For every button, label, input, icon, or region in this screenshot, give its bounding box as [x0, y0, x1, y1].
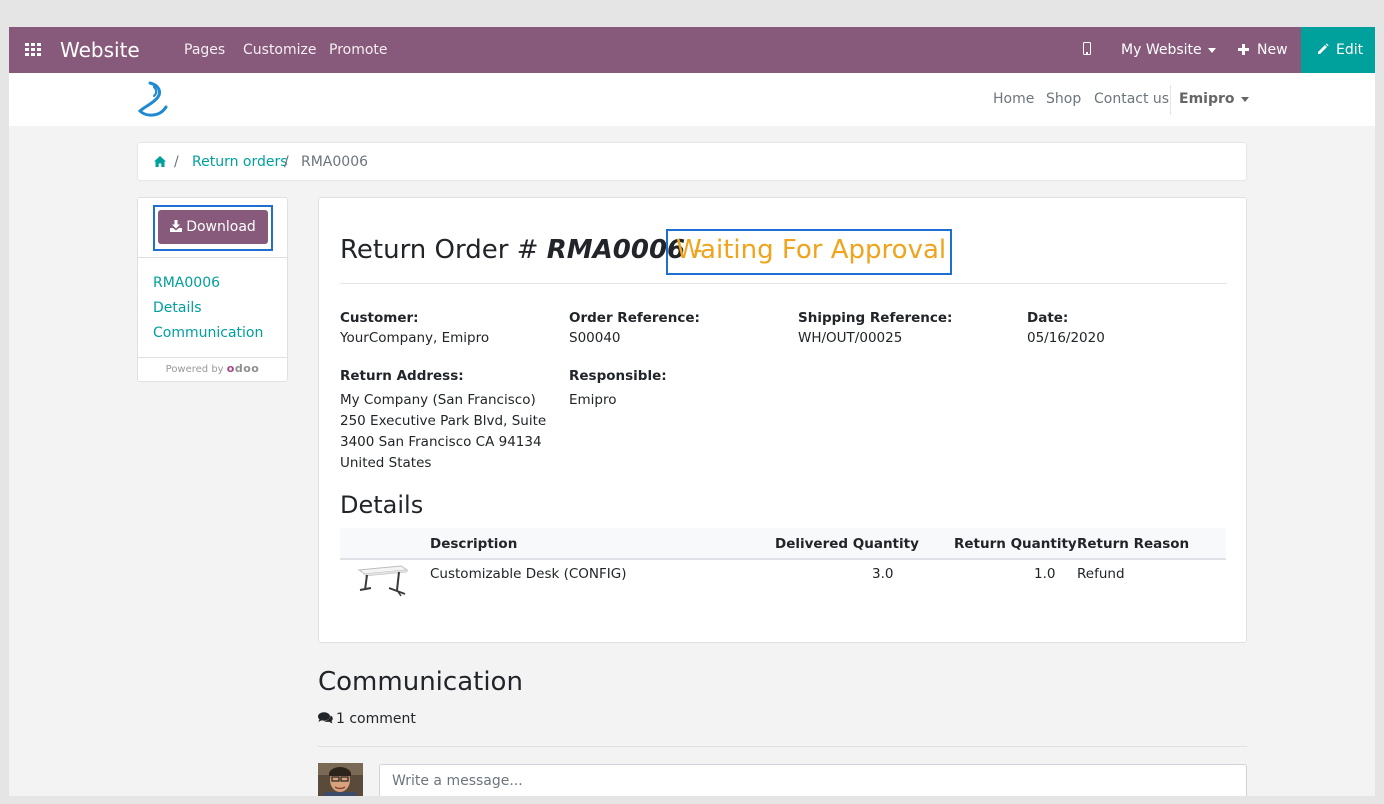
order-reference-value: S00040 [569, 330, 621, 346]
shipping-reference-label: Shipping Reference: [798, 310, 953, 326]
download-button[interactable]: Download [158, 210, 268, 244]
order-title: Return Order # RMA0006 - [340, 235, 703, 265]
new-button-label: New [1257, 42, 1288, 58]
breadcrumb-separator: / [174, 154, 179, 170]
responsible-value: Emipro [569, 392, 617, 408]
status-badge: Waiting For Approval [676, 235, 947, 265]
apps-grid-icon[interactable] [25, 43, 42, 57]
product-image [357, 565, 409, 597]
responsible-label: Responsible: [569, 368, 667, 384]
new-button[interactable]: New [1238, 42, 1288, 58]
powered-by[interactable]: Powered by odoo [138, 362, 287, 375]
website-selector-label: My Website [1121, 42, 1202, 58]
breadcrumb: / Return orders / RMA0006 [137, 142, 1247, 181]
column-return-reason: Return Reason [1077, 536, 1190, 552]
nav-shop[interactable]: Shop [1046, 91, 1081, 107]
website-selector[interactable]: My Website [1121, 42, 1216, 58]
menu-promote[interactable]: Promote [329, 42, 388, 58]
website-header: Home Shop Contact us Emipro [9, 73, 1375, 126]
company-logo[interactable] [136, 81, 170, 119]
date-value: 05/16/2020 [1027, 330, 1105, 346]
details-heading: Details [340, 491, 424, 519]
powered-by-label: Powered by [165, 364, 224, 375]
return-address-line: United States [340, 455, 432, 471]
customer-value: YourCompany, Emipro [340, 330, 490, 346]
breadcrumb-return-orders[interactable]: Return orders [192, 154, 288, 170]
return-order-card: Return Order # RMA0006 - Waiting For App… [318, 197, 1247, 643]
sidebar: Download RMA0006 Details Communication P… [137, 197, 288, 382]
divider [138, 357, 287, 358]
divider [318, 746, 1247, 747]
row-return-quantity: 1.0 [1034, 566, 1056, 582]
sidebar-link-communication[interactable]: Communication [153, 325, 263, 341]
breadcrumb-separator: / [284, 154, 289, 170]
menu-customize[interactable]: Customize [243, 42, 317, 58]
edit-button-label: Edit [1336, 42, 1364, 58]
comment-count-label: 1 comment [336, 711, 416, 727]
plus-icon [1238, 44, 1249, 55]
row-description: Customizable Desk (CONFIG) [430, 566, 627, 582]
message-input[interactable] [379, 764, 1247, 796]
order-reference-label: Order Reference: [569, 310, 700, 326]
user-name: Emipro [1179, 91, 1235, 107]
date-label: Date: [1027, 310, 1069, 326]
sidebar-link-details[interactable]: Details [153, 300, 202, 316]
column-return-quantity: Return Quantity [954, 536, 1077, 552]
communication-heading: Communication [318, 667, 523, 697]
divider [340, 283, 1227, 284]
comments-icon [318, 712, 333, 724]
app-title[interactable]: Website [60, 38, 140, 62]
breadcrumb-current: RMA0006 [301, 154, 369, 170]
chevron-down-icon [1240, 96, 1249, 102]
comment-count: 1 comment [318, 711, 416, 727]
edit-button[interactable]: Edit [1301, 27, 1375, 73]
return-address-line: 3400 San Francisco CA 94134 [340, 434, 542, 450]
return-address-line: 250 Executive Park Blvd, Suite [340, 413, 547, 429]
shipping-reference-value: WH/OUT/00025 [798, 330, 903, 346]
admin-top-bar: Website Pages Customize Promote My Websi… [9, 27, 1375, 73]
sidebar-link-rma[interactable]: RMA0006 [153, 275, 220, 291]
divider [138, 257, 287, 258]
column-delivered-quantity: Delivered Quantity [775, 536, 919, 552]
mobile-preview-icon[interactable] [1083, 42, 1091, 55]
browser-viewport: Website Pages Customize Promote My Websi… [9, 27, 1375, 796]
customer-label: Customer: [340, 310, 419, 326]
download-button-label: Download [186, 219, 256, 235]
row-return-reason: Refund [1077, 566, 1125, 582]
nav-contact-us[interactable]: Contact us [1094, 91, 1169, 107]
return-address-label: Return Address: [340, 368, 464, 384]
row-delivered-quantity: 3.0 [872, 566, 894, 582]
order-title-prefix: Return Order # [340, 235, 539, 265]
menu-pages[interactable]: Pages [184, 42, 225, 58]
nav-divider [1170, 85, 1171, 115]
home-icon[interactable] [154, 156, 166, 167]
order-number: RMA0006 [546, 235, 686, 265]
chevron-down-icon [1207, 47, 1216, 53]
user-menu[interactable]: Emipro [1179, 91, 1249, 107]
pencil-icon [1318, 43, 1329, 54]
table-header: Description Delivered Quantity Return Qu… [340, 528, 1226, 560]
odoo-logo: odoo [226, 362, 260, 375]
nav-home[interactable]: Home [993, 91, 1034, 107]
column-description: Description [430, 536, 518, 552]
download-icon [170, 220, 183, 232]
avatar [318, 763, 363, 796]
return-address-line: My Company (San Francisco) [340, 392, 536, 408]
